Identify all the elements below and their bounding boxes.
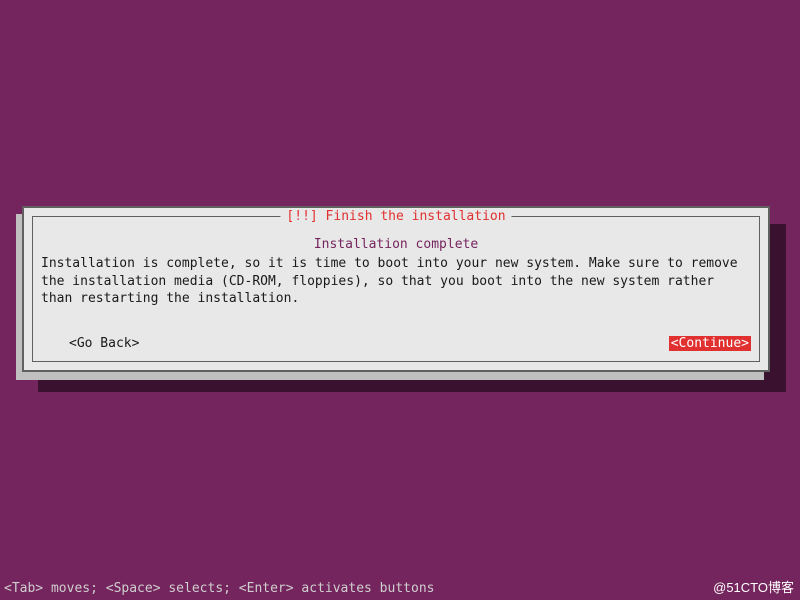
go-back-button[interactable]: <Go Back> — [41, 336, 139, 351]
installation-dialog: [!!] Finish the installation Installatio… — [22, 206, 770, 372]
dialog-body-text: Installation is complete, so it is time … — [41, 255, 751, 308]
continue-button[interactable]: <Continue> — [669, 336, 751, 351]
dialog-border: [!!] Finish the installation Installatio… — [32, 216, 760, 362]
button-row: <Go Back> <Continue> — [41, 336, 751, 351]
watermark: @51CTO博客 — [713, 577, 794, 596]
dialog-subtitle: Installation complete — [33, 237, 759, 252]
dialog-title: [!!] Finish the installation — [280, 209, 511, 224]
status-bar: <Tab> moves; <Space> selects; <Enter> ac… — [4, 581, 434, 596]
